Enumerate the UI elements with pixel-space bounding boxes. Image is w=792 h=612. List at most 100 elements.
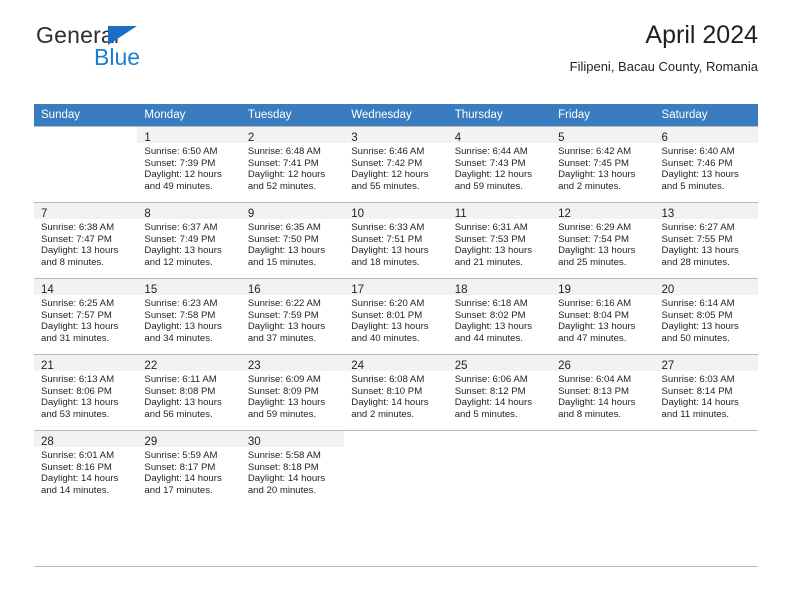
day-number-bar: 12 — [551, 203, 655, 220]
sunset-text: Sunset: 7:47 PM — [41, 233, 112, 245]
day-number: 23 — [247, 360, 261, 372]
day-cell-24[interactable]: 24 Sunrise: 6:08 AM Sunset: 8:10 PM Dayligh… — [344, 354, 448, 430]
daylight-text-line1: Daylight: 13 hours — [661, 245, 739, 257]
sunrise-text: Sunrise: 6:18 AM — [454, 298, 528, 309]
sunset-text: Sunset: 7:50 PM — [247, 233, 319, 245]
day-cell-23[interactable]: 23 Sunrise: 6:09 AM Sunset: 8:09 PM Dayligh… — [240, 354, 345, 430]
day-cell-8[interactable]: 8 Sunrise: 6:37 AM Sunset: 7:49 PM Daylight… — [137, 202, 241, 278]
day-cell-13[interactable]: 13 Sunrise: 6:27 AM Sunset: 7:55 PM Dayligh… — [654, 202, 758, 278]
sunset-text: Sunset: 7:45 PM — [558, 157, 630, 169]
daylight-text-line1: Daylight: 12 hours — [351, 169, 429, 181]
daylight-text-line1: Daylight: 14 hours — [454, 397, 533, 409]
sun-info: Sunrise: 6:27 AM Sunset: 7:55 PM Daylight:… — [655, 219, 758, 268]
day-cell-5[interactable]: 5 Sunrise: 6:42 AM Sunset: 7:45 PM Daylight… — [551, 126, 655, 202]
day-cell-28[interactable]: 28 Sunrise: 6:01 AM Sunset: 8:16 PM Dayligh… — [34, 430, 138, 506]
sunset-text: Sunset: 7:42 PM — [351, 157, 423, 169]
sun-info: Sunrise: 6:42 AM Sunset: 7:45 PM Daylight:… — [551, 143, 654, 192]
day-cell-9[interactable]: 9 Sunrise: 6:35 AM Sunset: 7:50 PM Daylight… — [240, 202, 345, 278]
calendar-cell: 12 Sunrise: 6:29 AM Sunset: 7:54 PM Dayligh… — [551, 202, 655, 278]
day-number-bar: 1 — [137, 127, 241, 144]
sunrise-text: Sunrise: 6:40 AM — [661, 146, 735, 157]
sun-info: Sunrise: 6:14 AM Sunset: 8:05 PM Daylight:… — [655, 295, 758, 344]
day-number: 3 — [351, 132, 358, 144]
day-cell-empty — [344, 430, 448, 506]
daylight-text-line1: Daylight: 13 hours — [144, 245, 222, 257]
day-number-bar — [551, 431, 654, 447]
sunrise-text: Sunrise: 5:58 AM — [247, 450, 321, 461]
day-cell-20[interactable]: 20 Sunrise: 6:14 AM Sunset: 8:05 PM Dayligh… — [654, 278, 758, 354]
daylight-text-line2: and 37 minutes. — [247, 332, 317, 344]
logo-text-blue: Blue — [94, 44, 141, 70]
daylight-text-line2: and 53 minutes. — [41, 408, 110, 420]
sunset-text: Sunset: 7:54 PM — [558, 233, 630, 245]
calendar-cell: 6 Sunrise: 6:40 AM Sunset: 7:46 PM Daylight… — [654, 126, 758, 202]
sunrise-text: Sunrise: 6:20 AM — [351, 298, 425, 309]
day-cell-16[interactable]: 16 Sunrise: 6:22 AM Sunset: 7:59 PM Dayligh… — [240, 278, 345, 354]
daylight-text-line1: Daylight: 13 hours — [661, 169, 739, 181]
sunset-text: Sunset: 8:13 PM — [558, 385, 630, 397]
day-cell-12[interactable]: 12 Sunrise: 6:29 AM Sunset: 7:54 PM Dayligh… — [551, 202, 655, 278]
calendar-cell: 10 Sunrise: 6:33 AM Sunset: 7:51 PM Dayligh… — [344, 202, 448, 278]
day-cell-2[interactable]: 2 Sunrise: 6:48 AM Sunset: 7:41 PM Daylight… — [240, 126, 345, 202]
day-cell-11[interactable]: 11 Sunrise: 6:31 AM Sunset: 7:53 PM Dayligh… — [447, 202, 552, 278]
calendar-cell: 14 Sunrise: 6:25 AM Sunset: 7:57 PM Dayligh… — [34, 278, 138, 354]
calendar-cell: 28 Sunrise: 6:01 AM Sunset: 8:16 PM Dayligh… — [34, 430, 138, 506]
sun-info: Sunrise: 5:58 AM Sunset: 8:18 PM Daylight:… — [241, 447, 344, 496]
sunset-text: Sunset: 8:14 PM — [661, 385, 733, 397]
calendar-cell: 24 Sunrise: 6:08 AM Sunset: 8:10 PM Dayligh… — [344, 354, 448, 430]
sun-info: Sunrise: 6:50 AM Sunset: 7:39 PM Daylight:… — [137, 143, 240, 192]
day-number: 22 — [144, 360, 158, 372]
day-cell-29[interactable]: 29 Sunrise: 5:59 AM Sunset: 8:17 PM Dayligh… — [137, 430, 241, 506]
day-cell-18[interactable]: 18 Sunrise: 6:18 AM Sunset: 8:02 PM Dayligh… — [447, 278, 552, 354]
daylight-text-line2: and 2 minutes. — [351, 408, 415, 420]
daylight-text-line2: and 52 minutes. — [247, 180, 317, 192]
day-number: 1 — [144, 132, 151, 144]
weekday-header-friday: Friday — [551, 104, 655, 126]
sunrise-text: Sunrise: 5:59 AM — [144, 450, 218, 461]
title-block: April 2024 Filipeni, Bacau County, Roman… — [570, 21, 758, 73]
day-cell-14[interactable]: 14 Sunrise: 6:25 AM Sunset: 7:57 PM Dayligh… — [34, 278, 138, 354]
daylight-text-line1: Daylight: 13 hours — [247, 321, 326, 333]
day-number: 20 — [661, 284, 675, 296]
day-cell-4[interactable]: 4 Sunrise: 6:44 AM Sunset: 7:43 PM Daylight… — [447, 126, 552, 202]
sun-info: Sunrise: 6:37 AM Sunset: 7:49 PM Daylight:… — [137, 219, 240, 268]
day-cell-21[interactable]: 21 Sunrise: 6:13 AM Sunset: 8:06 PM Dayligh… — [34, 354, 138, 430]
day-number-bar: 19 — [551, 279, 655, 296]
day-number: 5 — [558, 132, 565, 144]
calendar-cell — [551, 430, 655, 506]
sunset-text: Sunset: 8:08 PM — [144, 385, 216, 397]
calendar-week-row: 7 Sunrise: 6:38 AM Sunset: 7:47 PM Daylight… — [34, 202, 758, 278]
day-cell-3[interactable]: 3 Sunrise: 6:46 AM Sunset: 7:42 PM Daylight… — [344, 126, 448, 202]
daylight-text-line2: and 14 minutes. — [41, 484, 110, 496]
daylight-text-line1: Daylight: 13 hours — [661, 321, 739, 333]
day-cell-25[interactable]: 25 Sunrise: 6:06 AM Sunset: 8:12 PM Dayligh… — [447, 354, 552, 430]
calendar-cell: 27 Sunrise: 6:03 AM Sunset: 8:14 PM Dayligh… — [654, 354, 758, 430]
daylight-text-line1: Daylight: 12 hours — [247, 169, 326, 181]
daylight-text-line2: and 25 minutes. — [558, 256, 627, 268]
daylight-text-line1: Daylight: 13 hours — [247, 245, 326, 257]
day-cell-1[interactable]: 1 Sunrise: 6:50 AM Sunset: 7:39 PM Daylight… — [137, 126, 241, 202]
calendar-cell: 22 Sunrise: 6:11 AM Sunset: 8:08 PM Dayligh… — [137, 354, 241, 430]
sunrise-text: Sunrise: 6:29 AM — [558, 222, 632, 233]
calendar-cell: 9 Sunrise: 6:35 AM Sunset: 7:50 PM Daylight… — [240, 202, 345, 278]
day-cell-17[interactable]: 17 Sunrise: 6:20 AM Sunset: 8:01 PM Dayligh… — [344, 278, 448, 354]
day-number: 2 — [247, 132, 255, 144]
sunset-text: Sunset: 8:18 PM — [247, 461, 319, 473]
daylight-text-line2: and 34 minutes. — [144, 332, 213, 344]
day-number-bar: 11 — [447, 203, 552, 220]
day-number-bar: 25 — [447, 355, 552, 372]
day-cell-22[interactable]: 22 Sunrise: 6:11 AM Sunset: 8:08 PM Dayligh… — [137, 354, 241, 430]
sun-info: Sunrise: 6:22 AM Sunset: 7:59 PM Daylight:… — [241, 295, 344, 344]
day-cell-30[interactable]: 30 Sunrise: 5:58 AM Sunset: 8:18 PM Dayligh… — [240, 430, 345, 506]
calendar-cell: 16 Sunrise: 6:22 AM Sunset: 7:59 PM Dayligh… — [240, 278, 345, 354]
day-cell-26[interactable]: 26 Sunrise: 6:04 AM Sunset: 8:13 PM Dayligh… — [551, 354, 655, 430]
day-cell-27[interactable]: 27 Sunrise: 6:03 AM Sunset: 8:14 PM Dayligh… — [654, 354, 758, 430]
day-cell-10[interactable]: 10 Sunrise: 6:33 AM Sunset: 7:51 PM Dayligh… — [344, 202, 448, 278]
day-cell-6[interactable]: 6 Sunrise: 6:40 AM Sunset: 7:46 PM Daylight… — [654, 126, 758, 202]
day-number-bar: 6 — [654, 127, 758, 144]
calendar-cell: 13 Sunrise: 6:27 AM Sunset: 7:55 PM Dayligh… — [654, 202, 758, 278]
day-cell-7[interactable]: 7 Sunrise: 6:38 AM Sunset: 7:47 PM Daylight… — [34, 202, 138, 278]
general-blue-logo[interactable]: General Blue — [34, 24, 224, 74]
day-cell-15[interactable]: 15 Sunrise: 6:23 AM Sunset: 7:58 PM Dayligh… — [137, 278, 241, 354]
day-cell-19[interactable]: 19 Sunrise: 6:16 AM Sunset: 8:04 PM Dayligh… — [551, 278, 655, 354]
